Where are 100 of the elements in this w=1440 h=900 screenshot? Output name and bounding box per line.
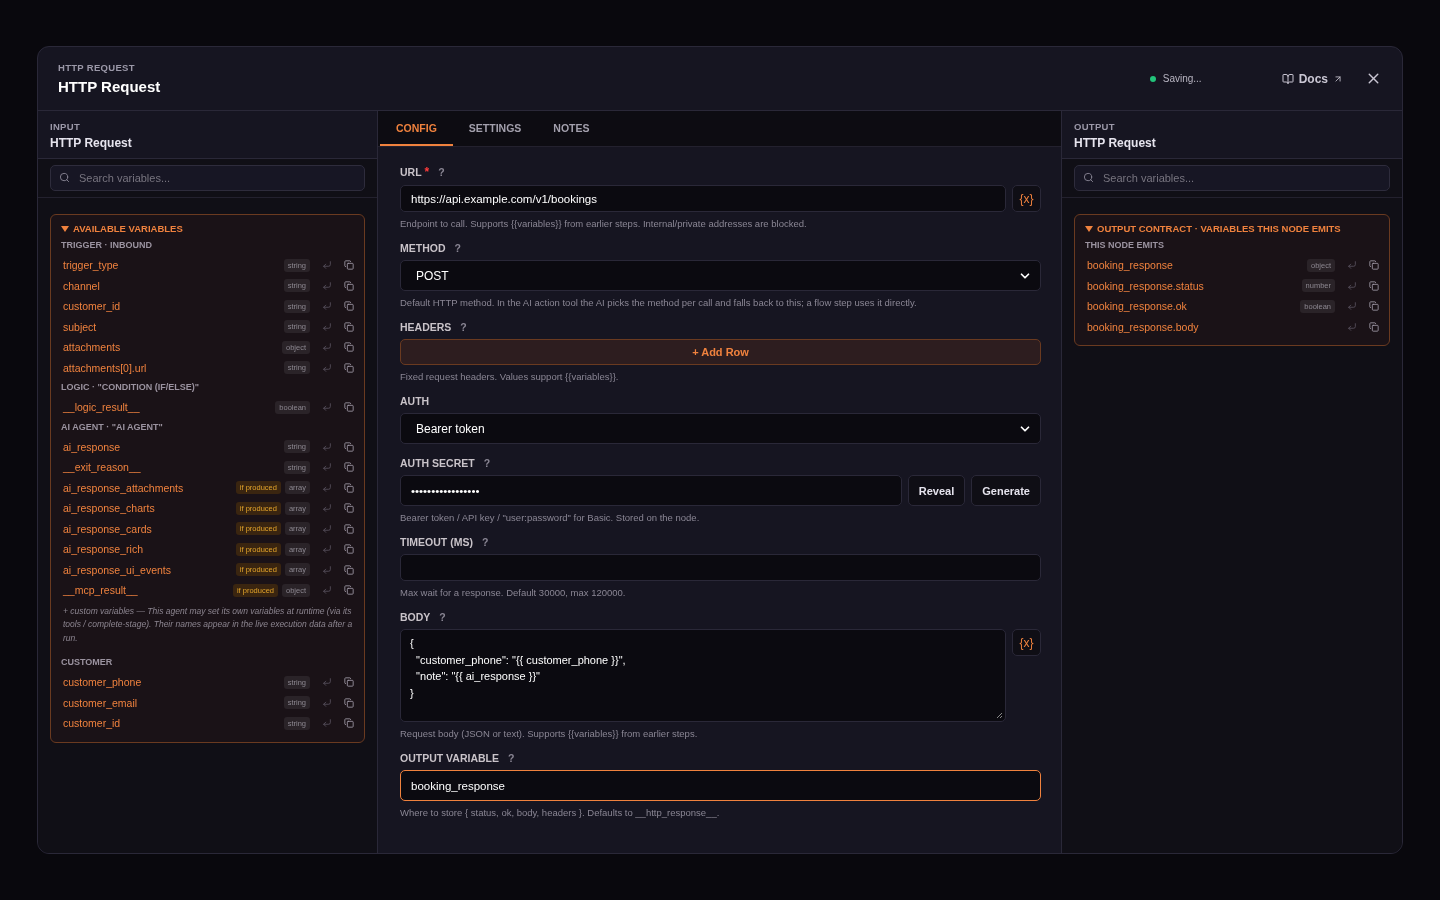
copy-icon[interactable] — [1369, 321, 1379, 332]
copy-icon[interactable] — [1369, 301, 1379, 312]
panel-title: HTTP Request — [50, 136, 133, 150]
tab[interactable]: CONFIG — [380, 111, 453, 146]
help-icon[interactable]: ? — [460, 321, 467, 333]
variable-name[interactable]: attachments[0].url — [63, 361, 280, 374]
variable-name[interactable]: __mcp_result__ — [63, 584, 229, 597]
resize-grip-icon[interactable] — [996, 712, 1003, 719]
book-icon — [1281, 72, 1294, 85]
help-icon[interactable]: ? — [454, 242, 461, 254]
copy-icon[interactable] — [344, 301, 354, 312]
docs-link[interactable]: Docs — [1281, 71, 1343, 86]
copy-icon[interactable] — [344, 697, 354, 708]
variable-name[interactable]: ai_response_attachments — [63, 481, 232, 494]
variable-name[interactable]: booking_response.body — [1087, 320, 1335, 333]
variable-name[interactable]: channel — [63, 279, 280, 292]
select-field[interactable]: POST — [400, 260, 1041, 291]
panel-title: HTTP Request — [1074, 136, 1157, 150]
help-icon[interactable]: ? — [439, 611, 446, 623]
search-field[interactable]: Search variables... — [1074, 165, 1390, 191]
required-mark: * — [424, 165, 430, 179]
tab[interactable]: SETTINGS — [452, 111, 538, 146]
field-hint: Endpoint to call. Supports {{variables}} from earlier steps. Internal/private addresses are blocked. — [400, 218, 808, 229]
action-button[interactable]: Reveal — [907, 475, 966, 506]
field-label: BODY — [400, 611, 431, 623]
variable-name[interactable]: subject — [63, 320, 280, 333]
variable-name[interactable]: booking_response.status — [1087, 279, 1298, 292]
action-button[interactable]: Generate — [971, 475, 1041, 506]
text-field[interactable]: booking_response — [400, 770, 1041, 801]
copy-icon[interactable] — [344, 585, 354, 596]
help-icon[interactable]: ? — [508, 752, 515, 764]
secret-field[interactable]: ••••••••••••••••• — [400, 475, 902, 506]
copy-icon[interactable] — [344, 462, 354, 473]
variable-name[interactable]: ai_response_rich — [63, 543, 232, 556]
variable-name[interactable]: __logic_result__ — [63, 401, 272, 414]
field-label: TIMEOUT (MS) — [400, 536, 473, 548]
modal-title: HTTP Request — [58, 78, 162, 95]
variable-name[interactable]: trigger_type — [63, 259, 280, 272]
copy-icon[interactable] — [344, 677, 354, 688]
help-icon[interactable]: ? — [438, 166, 445, 178]
variable-name[interactable]: customer_id — [63, 300, 280, 313]
card-title: AVAILABLE VARIABLES — [73, 223, 183, 234]
add-row-button[interactable]: + Add Row — [400, 339, 1041, 365]
card-title: OUTPUT CONTRACT · VARIABLES THIS NODE EMITS — [1097, 223, 1341, 234]
field-label: AUTH SECRET — [400, 457, 475, 469]
copy-icon[interactable] — [344, 402, 354, 413]
search-field[interactable]: Search variables... — [50, 165, 365, 191]
field-label: URL — [400, 166, 422, 178]
section-title: THIS NODE EMITS — [1085, 240, 1165, 250]
copy-icon[interactable] — [344, 280, 354, 291]
field-hint: Where to store { status, ok, body, headers }. Defaults to __http_response__. — [400, 807, 721, 818]
copy-icon[interactable] — [1369, 280, 1379, 291]
variable-name[interactable]: __exit_reason__ — [63, 461, 280, 474]
triangle-icon[interactable] — [1085, 224, 1093, 233]
field-hint: Default HTTP method. In the AI action tool the AI picks the method per call and falls back to this; a flow step uses it directly. — [400, 297, 918, 308]
copy-icon[interactable] — [344, 523, 354, 534]
help-icon[interactable]: ? — [483, 457, 491, 469]
field-hint: Fixed request headers. Values support {{variables}}. — [400, 371, 620, 382]
copy-icon[interactable] — [344, 362, 354, 373]
variable-name[interactable]: ai_response — [63, 440, 280, 453]
text-field[interactable]: https://api.example.com/v1/bookings — [400, 185, 1006, 212]
field-hint: Max wait for a response. Default 30000, max 120000. — [400, 587, 627, 598]
variable-name[interactable]: customer_email — [63, 696, 280, 709]
search-icon — [1083, 172, 1094, 183]
text-field[interactable] — [400, 554, 1041, 581]
tab[interactable]: NOTES — [537, 111, 606, 146]
copy-icon[interactable] — [344, 321, 354, 332]
copy-icon[interactable] — [344, 564, 354, 575]
triangle-icon[interactable] — [61, 224, 69, 233]
panel-eyebrow: OUTPUT — [1074, 121, 1116, 132]
help-icon[interactable]: ? — [481, 536, 489, 548]
copy-icon[interactable] — [344, 260, 354, 271]
field-hint: Request body (JSON or text). Supports {{variables}} from earlier steps. — [400, 728, 699, 739]
arrow-icon — [1333, 73, 1343, 84]
variable-name[interactable]: customer_id — [63, 717, 280, 730]
copy-icon[interactable] — [1369, 260, 1379, 271]
body-field[interactable]: { "customer_phone": "{{ customer_phone }}", "note": "{{ ai_response }}" } — [400, 629, 1006, 722]
field-label: METHOD — [400, 242, 446, 254]
copy-icon[interactable] — [344, 342, 354, 353]
copy-icon[interactable] — [344, 503, 354, 514]
select-field[interactable]: Bearer token — [400, 413, 1041, 444]
copy-icon[interactable] — [344, 718, 354, 729]
variable-name[interactable]: booking_response — [1087, 259, 1303, 272]
search-icon — [59, 172, 70, 183]
copy-icon[interactable] — [344, 544, 354, 555]
variable-button[interactable]: {x} — [1012, 629, 1041, 656]
copy-icon[interactable] — [344, 482, 354, 493]
section-title: TRIGGER · INBOUND — [61, 240, 153, 250]
section-title: CUSTOMER — [61, 657, 114, 667]
variable-button[interactable]: {x} — [1012, 185, 1041, 212]
variable-name[interactable]: customer_phone — [63, 676, 280, 689]
variable-name[interactable]: booking_response.ok — [1087, 300, 1297, 313]
variable-name[interactable]: ai_response_ui_events — [63, 563, 232, 576]
variable-name[interactable]: attachments — [63, 341, 278, 354]
variable-name[interactable]: ai_response_cards — [63, 522, 232, 535]
note-text: + custom variables — This agent may set its own variables at runtime (via its tools / complete-stage). Their names appear in the live execution data after a run. — [63, 604, 354, 645]
variable-name[interactable]: ai_response_charts — [63, 502, 232, 515]
copy-icon[interactable] — [344, 441, 354, 452]
field-label: OUTPUT VARIABLE — [400, 752, 499, 764]
field-hint: Bearer token / API key / "user:password" for Basic. Stored on the node. — [400, 512, 701, 523]
